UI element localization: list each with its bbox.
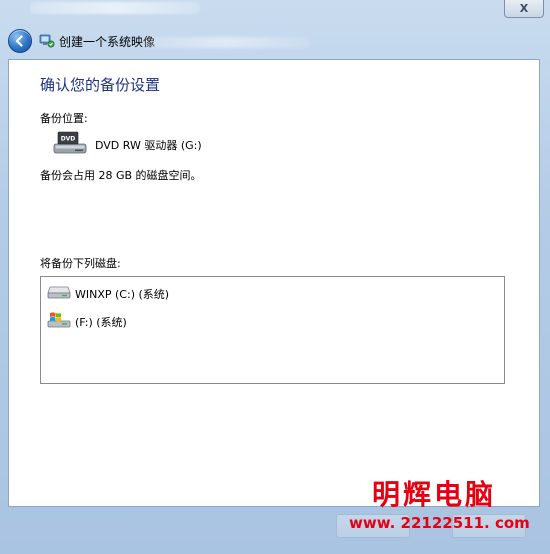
hard-drive-icon bbox=[47, 284, 71, 303]
list-item[interactable]: (F:) (系统) bbox=[47, 311, 127, 332]
watermark-url: www. 22122511. com bbox=[349, 514, 530, 532]
arrow-left-icon bbox=[15, 35, 23, 47]
blurred-breadcrumb bbox=[30, 2, 200, 14]
drives-list[interactable]: WINXP (C:) (系统) (F:) (系统) bbox=[40, 276, 505, 384]
back-button[interactable] bbox=[8, 29, 32, 53]
wizard-header: 创建一个系统映像 bbox=[0, 24, 550, 58]
dvd-drive-icon: DVD bbox=[53, 130, 87, 159]
title-bar: X bbox=[0, 0, 550, 22]
backup-wizard-window: X 创建一个系统映像 确认您的备份设置 备份位置: DVD DVD RW 驱动器… bbox=[0, 0, 550, 554]
backup-location-drive: DVD RW 驱动器 (G:) bbox=[95, 138, 202, 152]
backup-location-label: 备份位置: bbox=[40, 112, 88, 125]
backup-location-row: DVD DVD RW 驱动器 (G:) bbox=[53, 130, 202, 159]
drive-label: (F:) (系统) bbox=[75, 315, 127, 329]
main-content-panel: 确认您的备份设置 备份位置: DVD DVD RW 驱动器 (G:) 备份会占用… bbox=[8, 59, 540, 507]
list-item[interactable]: WINXP (C:) (系统) bbox=[47, 284, 169, 303]
svg-text:DVD: DVD bbox=[61, 136, 76, 143]
backup-space-note: 备份会占用 28 GB 的磁盘空间。 bbox=[40, 169, 202, 182]
watermark-title: 明辉电脑 bbox=[372, 478, 497, 511]
windows-drive-icon bbox=[47, 311, 71, 332]
system-image-backup-icon bbox=[39, 33, 55, 49]
blurred-header-text bbox=[140, 37, 310, 48]
close-button[interactable]: X bbox=[504, 0, 544, 18]
drive-label: WINXP (C:) (系统) bbox=[75, 287, 170, 301]
page-heading: 确认您的备份设置 bbox=[40, 76, 161, 94]
drives-list-label: 将备份下列磁盘: bbox=[40, 257, 121, 270]
